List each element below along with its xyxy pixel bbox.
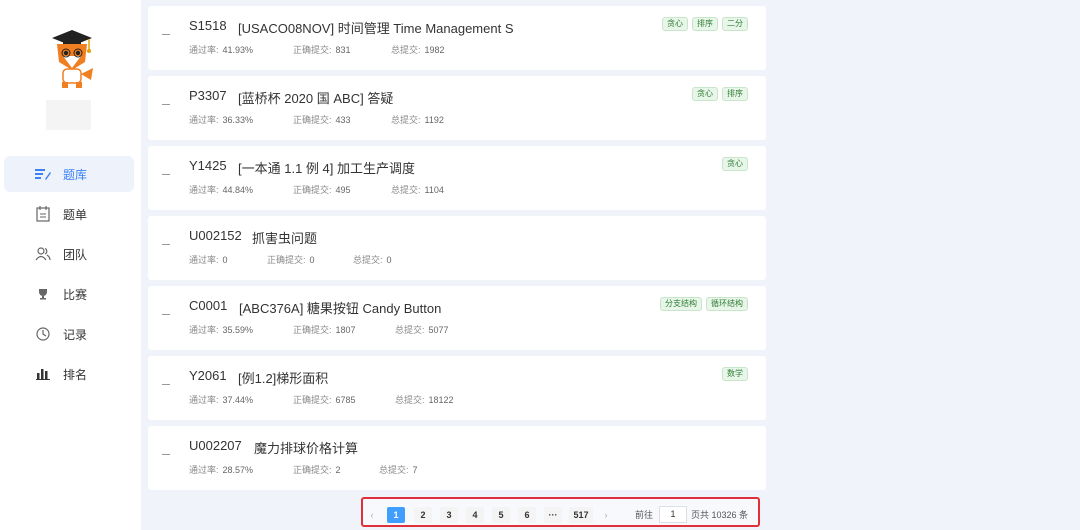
- collapse-dash-icon: [162, 454, 170, 455]
- tag[interactable]: 循环结构: [706, 297, 748, 311]
- prev-page-button[interactable]: ‹: [365, 507, 379, 523]
- problem-id: C0001: [189, 298, 228, 313]
- bar-chart-icon: [35, 366, 51, 382]
- next-page-button[interactable]: ›: [599, 507, 613, 523]
- pass-rate: 通过率: 37.44%: [189, 395, 254, 405]
- problem-title[interactable]: [蓝桥杯 2020 国 ABC] 答疑: [238, 88, 393, 107]
- accepted-count: 正确提交: 2: [293, 465, 341, 475]
- goto-label: 前往: [635, 510, 654, 520]
- problem-card[interactable]: S1518 [USACO08NOV] 时间管理 Time Management …: [148, 6, 766, 70]
- problem-id: U002152: [189, 228, 242, 243]
- total-submissions: 总提交: 0: [353, 255, 392, 265]
- page-button-5[interactable]: 5: [492, 507, 510, 523]
- tag-list: 分支结构 循环结构: [660, 297, 748, 311]
- tag[interactable]: 分支结构: [660, 297, 702, 311]
- page-button-last[interactable]: 517: [569, 507, 593, 523]
- problem-card[interactable]: U002152 抓害虫问题 通过率: 0 正确提交: 0 总提交: 0: [148, 216, 766, 280]
- collapse-dash-icon: [162, 174, 170, 175]
- total-submissions: 总提交: 5077: [395, 325, 449, 335]
- collapse-dash-icon: [162, 384, 170, 385]
- collapse-dash-icon: [162, 314, 170, 315]
- accepted-count: 正确提交: 495: [293, 185, 351, 195]
- tag-list: 数学: [722, 367, 748, 381]
- accepted-count: 正确提交: 6785: [293, 395, 356, 405]
- problem-title[interactable]: [一本通 1.1 例 4] 加工生产调度: [238, 158, 415, 177]
- problem-title[interactable]: [ABC376A] 糖果按钮 Candy Button: [239, 298, 441, 317]
- page-button-6[interactable]: 6: [518, 507, 536, 523]
- problem-card[interactable]: Y1425 [一本通 1.1 例 4] 加工生产调度 通过率: 44.84% 正确…: [148, 146, 766, 210]
- sidebar-item-label: 团队: [63, 247, 88, 262]
- problem-card[interactable]: U002207 魔力排球价格计算 通过率: 28.57% 正确提交: 2 总提交: 7: [148, 426, 766, 490]
- accepted-count: 正确提交: 831: [293, 45, 351, 55]
- sidebar-item-contests[interactable]: 比赛: [4, 276, 134, 312]
- sidebar-item-label: 题单: [63, 207, 88, 222]
- pass-rate: 通过率: 0: [189, 255, 228, 265]
- pagination: ‹ 1 2 3 4 5 6 ··· 517 › 前往 1 页共 10326 条: [361, 497, 760, 527]
- sidebar-item-rankings[interactable]: 排名: [4, 356, 134, 392]
- sidebar-item-label: 记录: [63, 327, 88, 342]
- page-button-3[interactable]: 3: [440, 507, 458, 523]
- total-submissions: 总提交: 1192: [391, 115, 444, 125]
- problem-title[interactable]: [USACO08NOV] 时间管理 Time Management S: [238, 18, 514, 37]
- total-submissions: 总提交: 1982: [391, 45, 445, 55]
- tag[interactable]: 数学: [722, 367, 748, 381]
- tag-list: 贪心: [722, 157, 748, 171]
- tag[interactable]: 贪心: [692, 87, 718, 101]
- trophy-icon: [35, 286, 51, 302]
- tag[interactable]: 二分: [722, 17, 748, 31]
- tag[interactable]: 排序: [722, 87, 748, 101]
- collapse-dash-icon: [162, 104, 170, 105]
- sidebar-item-problems[interactable]: 题库: [4, 156, 134, 192]
- problem-card[interactable]: C0001 [ABC376A] 糖果按钮 Candy Button 通过率: 35…: [148, 286, 766, 350]
- pass-rate: 通过率: 35.59%: [189, 325, 254, 335]
- tag-list: 贪心 排序 二分: [662, 17, 748, 31]
- tag[interactable]: 贪心: [722, 157, 748, 171]
- problem-id: Y1425: [189, 158, 227, 173]
- problem-title[interactable]: 魔力排球价格计算: [254, 438, 358, 457]
- tag[interactable]: 排序: [692, 17, 718, 31]
- pass-rate: 通过率: 41.93%: [189, 45, 254, 55]
- tag-list: 贪心 排序: [692, 87, 748, 101]
- fox-mascot-logo[interactable]: [47, 28, 97, 90]
- total-count-text: 页共 10326 条: [691, 510, 749, 520]
- problem-id: Y2061: [189, 368, 227, 383]
- page-button-1[interactable]: 1: [387, 507, 405, 523]
- problem-card[interactable]: P3307 [蓝桥杯 2020 国 ABC] 答疑 通过率: 36.33% 正确提…: [148, 76, 766, 140]
- total-submissions: 总提交: 1104: [391, 185, 444, 195]
- sidebar-item-label: 排名: [63, 367, 88, 382]
- problem-title[interactable]: [例1.2]梯形面积: [238, 368, 328, 387]
- page-button-2[interactable]: 2: [414, 507, 432, 523]
- edit-list-icon: [35, 166, 51, 182]
- total-submissions: 总提交: 18122: [395, 395, 454, 405]
- sidebar-item-problem-lists[interactable]: 题单: [4, 196, 134, 232]
- sidebar-item-label: 比赛: [63, 287, 88, 302]
- page-button-4[interactable]: 4: [466, 507, 484, 523]
- accepted-count: 正确提交: 1807: [293, 325, 356, 335]
- accepted-count: 正确提交: 0: [267, 255, 315, 265]
- pass-rate: 通过率: 28.57%: [189, 465, 254, 475]
- problem-id: P3307: [189, 88, 227, 103]
- sidebar: 题库 题单 团队 比赛 记录 排名: [0, 0, 141, 530]
- sidebar-item-records[interactable]: 记录: [4, 316, 134, 352]
- goto-page-input[interactable]: 1: [659, 506, 687, 523]
- accepted-count: 正确提交: 433: [293, 115, 351, 125]
- calendar-list-icon: [35, 206, 51, 222]
- sidebar-item-label: 题库: [63, 167, 88, 182]
- problem-card[interactable]: Y2061 [例1.2]梯形面积 通过率: 37.44% 正确提交: 6785 总提…: [148, 356, 766, 420]
- collapse-dash-icon: [162, 244, 170, 245]
- users-icon: [35, 246, 51, 262]
- avatar-placeholder: [46, 100, 91, 130]
- collapse-dash-icon: [162, 34, 170, 35]
- problem-id: S1518: [189, 18, 227, 33]
- tag[interactable]: 贪心: [662, 17, 688, 31]
- pass-rate: 通过率: 44.84%: [189, 185, 254, 195]
- pass-rate: 通过率: 36.33%: [189, 115, 254, 125]
- total-submissions: 总提交: 7: [379, 465, 418, 475]
- problem-id: U002207: [189, 438, 242, 453]
- page-ellipsis-button[interactable]: ···: [544, 507, 562, 523]
- clock-icon: [35, 326, 51, 342]
- problem-title[interactable]: 抓害虫问题: [252, 228, 317, 247]
- sidebar-item-teams[interactable]: 团队: [4, 236, 134, 272]
